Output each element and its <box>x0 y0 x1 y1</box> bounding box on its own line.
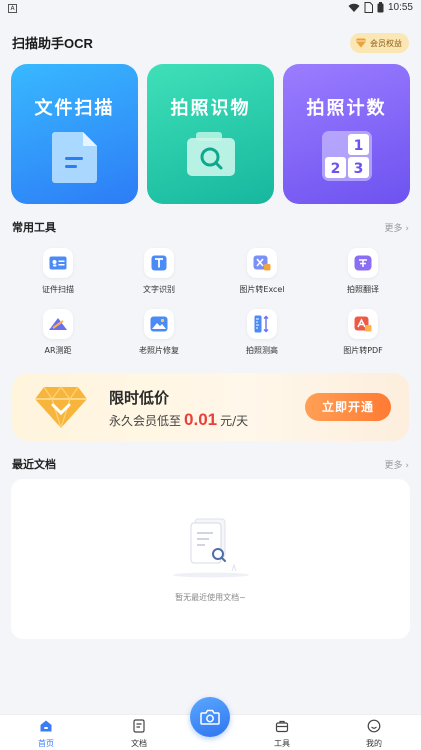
photo-identify-card[interactable]: 拍照识物 <box>147 64 274 204</box>
recent-documents-panel: 暂无最近使用文档~ <box>11 479 410 639</box>
nav-profile-label: 我的 <box>366 739 382 748</box>
tool-text-recognition[interactable]: 文字识别 <box>114 248 204 295</box>
tool-label: 拍照测高 <box>246 346 278 355</box>
text-icon <box>151 255 167 271</box>
file-scan-card[interactable]: 文件扫描 <box>11 64 138 204</box>
id-card-icon <box>49 256 67 270</box>
number-grid-icon: 1 2 3 <box>321 131 372 181</box>
photo-identify-label: 拍照识物 <box>170 98 251 119</box>
tool-image-to-excel[interactable]: 图片转Excel <box>217 248 307 295</box>
app-notification-icon: A <box>8 4 17 13</box>
tools-section-title: 常用工具 <box>12 221 56 234</box>
tool-label: 拍照翻译 <box>347 285 379 294</box>
empty-document-illustration <box>172 518 249 578</box>
diamond-icon <box>355 38 367 48</box>
excel-icon <box>253 255 271 271</box>
sim-icon <box>364 2 373 13</box>
promo-price: 0.01 <box>184 410 218 429</box>
empty-recent-message: 暂无最近使用文档~ <box>175 593 246 602</box>
tool-label: 图片转PDF <box>343 346 383 355</box>
photo-count-card[interactable]: 拍照计数 1 2 3 <box>283 64 410 204</box>
promo-title: 限时低价 <box>109 389 170 407</box>
number-cell-3: 3 <box>353 161 363 177</box>
recent-section-title: 最近文档 <box>12 458 56 471</box>
status-time: 10:55 <box>387 2 413 13</box>
tool-ar-measure[interactable]: AR测距 <box>13 309 103 356</box>
nav-documents-label: 文档 <box>131 739 147 748</box>
file-scan-label: 文件扫描 <box>34 98 115 119</box>
tool-photo-height[interactable]: 拍照测高 <box>217 309 307 356</box>
number-cell-2: 2 <box>330 161 340 177</box>
toolbox-icon <box>275 720 289 733</box>
app-header: 扫描助手OCR 会员权益 <box>12 33 409 54</box>
camera-icon <box>200 709 220 725</box>
battery-icon <box>377 2 384 13</box>
translate-icon <box>354 255 372 271</box>
open-membership-button[interactable]: 立即开通 <box>305 393 391 421</box>
nav-home[interactable]: 首页 <box>16 718 76 749</box>
camera-search-icon <box>186 132 235 176</box>
home-icon <box>40 720 52 732</box>
ar-measure-icon <box>49 318 67 330</box>
photo-count-label: 拍照计数 <box>306 98 387 119</box>
tool-label: AR测距 <box>44 346 72 355</box>
tool-label: 文字识别 <box>143 285 175 294</box>
photo-restore-icon <box>150 316 168 332</box>
nav-documents[interactable]: 文档 <box>109 718 169 749</box>
number-cell-1: 1 <box>353 138 363 154</box>
tools-more-link[interactable]: 更多 › <box>385 221 409 234</box>
tool-id-scan[interactable]: 证件扫描 <box>13 248 103 295</box>
nav-tools[interactable]: 工具 <box>252 718 312 749</box>
profile-icon <box>367 719 381 733</box>
recent-more-link[interactable]: 更多 › <box>385 458 409 471</box>
vip-benefits-button[interactable]: 会员权益 <box>350 33 409 53</box>
status-bar: A 10:55 <box>0 0 421 18</box>
nav-tools-label: 工具 <box>274 739 290 748</box>
tool-image-to-pdf[interactable]: 图片转PDF <box>318 309 408 356</box>
height-measure-icon <box>254 315 269 333</box>
feature-cards: 文件扫描 拍照识物 拍照计数 1 2 3 <box>11 64 410 204</box>
vip-benefits-label: 会员权益 <box>370 38 402 48</box>
nav-profile[interactable]: 我的 <box>344 718 404 749</box>
document-icon <box>51 132 97 183</box>
tool-label: 证件扫描 <box>42 285 74 294</box>
camera-capture-button[interactable] <box>190 697 230 737</box>
tool-old-photo-restore[interactable]: 老照片修复 <box>114 309 204 356</box>
tool-label: 老照片修复 <box>139 346 179 355</box>
membership-promo-banner[interactable]: 限时低价 永久会员低至 0.01 元/天 立即开通 <box>12 373 409 441</box>
pdf-icon <box>354 316 372 332</box>
nav-home-label: 首页 <box>38 739 54 748</box>
promo-sub-prefix: 永久会员低至 <box>109 414 182 428</box>
promo-sub-suffix: 元/天 <box>220 414 249 428</box>
tool-label: 图片转Excel <box>239 285 285 294</box>
wifi-icon <box>348 3 360 12</box>
gold-diamond-icon <box>35 386 87 429</box>
promo-subtitle: 永久会员低至 0.01 元/天 <box>109 410 248 430</box>
tool-photo-translate[interactable]: 拍照翻译 <box>318 248 408 295</box>
document-list-icon <box>133 719 145 733</box>
